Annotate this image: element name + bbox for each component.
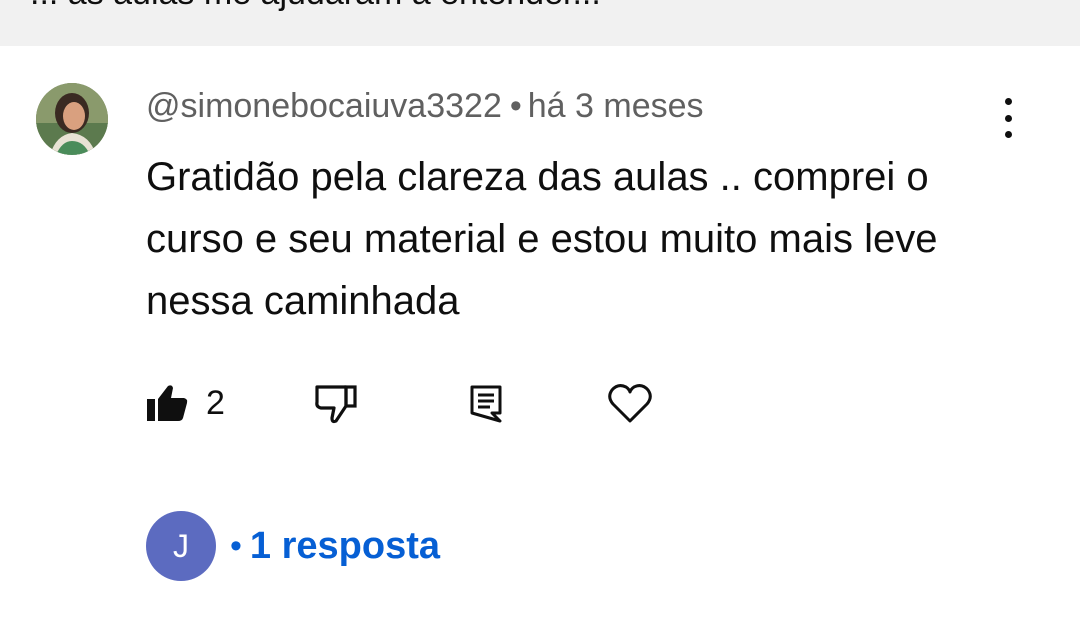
comment-page: ... as aulas me ajudaram a entender... @… — [0, 0, 1080, 618]
comment-timestamp: há 3 meses — [527, 87, 704, 125]
author-avatar[interactable] — [36, 83, 108, 155]
more-options-button[interactable] — [990, 98, 1026, 138]
more-vertical-icon-dot — [1004, 131, 1012, 138]
comment-body: Gratidão pela clareza das aulas .. compr… — [146, 155, 938, 323]
user-photo-avatar-icon — [36, 83, 108, 155]
like-count: 2 — [206, 383, 225, 422]
heart-outline-icon — [608, 384, 652, 423]
comment-reply-icon — [470, 385, 502, 423]
like-button[interactable]: 2 — [146, 378, 225, 428]
reply-author-avatar: J — [146, 511, 216, 581]
reply-button[interactable] — [470, 378, 502, 428]
previous-comment-partial-text: ... as aulas me ajudaram a entender... — [30, 0, 601, 10]
replies-separator: • — [230, 526, 242, 565]
comment-meta: @simonebocaiuva3322 • há 3 meses — [146, 86, 704, 126]
thumbs-down-outline-icon — [315, 385, 357, 424]
replies-count-label[interactable]: 1 resposta — [250, 525, 440, 568]
thumbs-up-filled-icon — [147, 385, 188, 421]
more-vertical-icon-dot — [1004, 114, 1012, 122]
more-vertical-icon — [1004, 98, 1012, 105]
previous-comment-strip: ... as aulas me ajudaram a entender... — [0, 0, 1080, 46]
view-replies-link[interactable]: J • 1 resposta — [146, 511, 440, 581]
author-handle[interactable]: @simonebocaiuva3322 — [146, 87, 502, 125]
meta-separator: • — [509, 87, 522, 125]
dislike-button[interactable] — [314, 378, 358, 428]
heart-button[interactable] — [608, 378, 652, 428]
